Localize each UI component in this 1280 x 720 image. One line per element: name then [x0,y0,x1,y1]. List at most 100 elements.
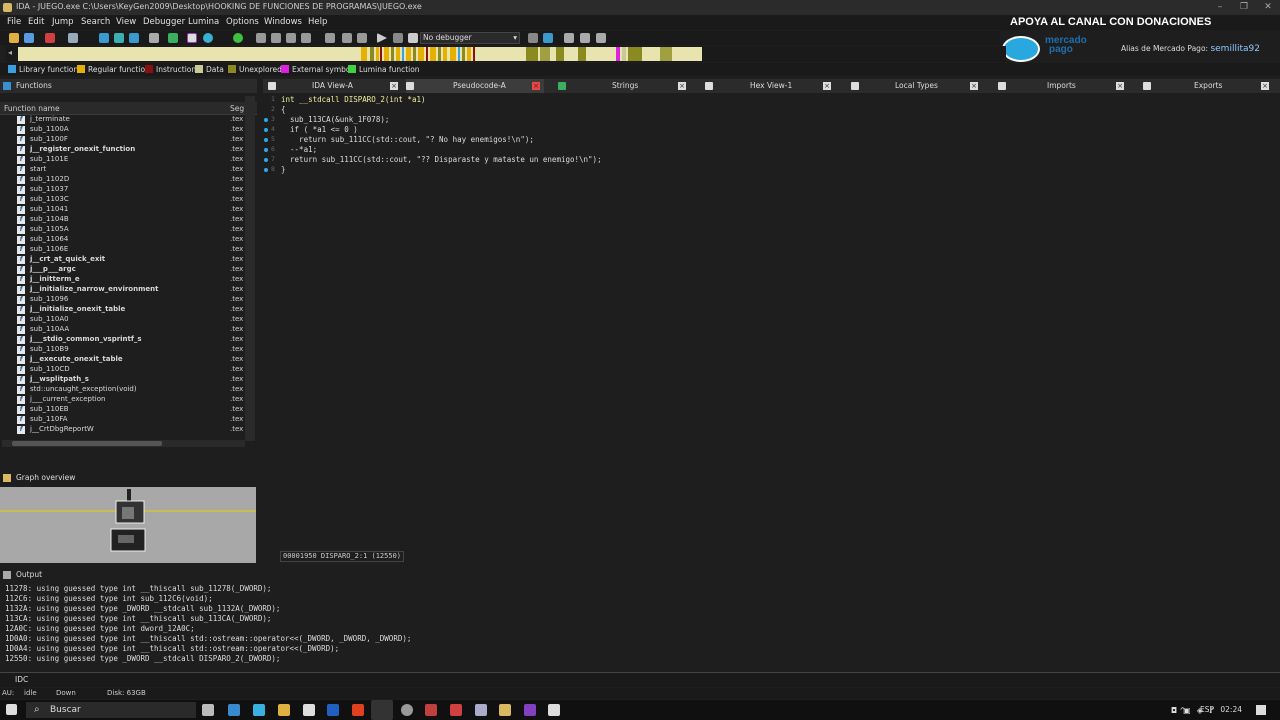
tool-icon-6[interactable] [203,33,213,43]
close-tab-icon[interactable]: × [532,82,540,90]
function-row[interactable]: f sub_1100A .tex [0,125,245,135]
app-icon-7[interactable] [548,704,560,716]
function-row[interactable]: f j__initialize_onexit_table .tex [0,305,245,315]
debugger-select[interactable]: No debugger ▾ [420,32,520,44]
breakpoint-dot-icon[interactable] [264,138,268,142]
function-row[interactable]: f j__execute_onexit_table .tex [0,355,245,365]
tool-icon-15[interactable] [528,33,538,43]
breakpoint-dot-icon[interactable] [264,128,268,132]
menu-search[interactable]: Search [81,17,110,27]
function-row[interactable]: f sub_110B9 .tex [0,345,245,355]
window-titlebar[interactable]: IDA - JUEGO.exe C:\Users\KeyGen2009\Desk… [0,0,1280,15]
nav-left-arrow-icon[interactable]: ◂ [8,48,12,57]
column-segment[interactable]: Seg [230,104,244,113]
function-row[interactable]: f j__initialize_narrow_environment .tex [0,285,245,295]
function-row[interactable]: f j__initterm_e .tex [0,275,245,285]
task-view-icon[interactable] [202,704,214,716]
tool-icon-5[interactable] [168,33,178,43]
taskbar-search[interactable]: ⌕ Buscar [26,702,196,718]
idc-button[interactable]: IDC [15,675,28,684]
menu-help[interactable]: Help [308,17,327,27]
function-row[interactable]: f sub_1100F .tex [0,135,245,145]
menu-lumina[interactable]: Lumina [188,17,219,27]
app-icon-3[interactable] [401,704,413,716]
function-row[interactable]: f sub_11064 .tex [0,235,245,245]
close-tab-icon[interactable]: × [823,82,831,90]
tool-icon-1[interactable] [99,33,109,43]
file-explorer-icon[interactable] [278,704,290,716]
function-row[interactable]: f sub_1106E .tex [0,245,245,255]
tab-ida-view-a[interactable]: IDA View-A × [268,79,398,93]
tool-icon-13[interactable] [342,33,352,43]
function-row[interactable]: f sub_11037 .tex [0,185,245,195]
menu-edit[interactable]: Edit [28,17,44,27]
output-log[interactable]: 11278: using guessed type int __thiscall… [5,584,411,664]
function-row[interactable]: f j___current_exception .tex [0,395,245,405]
function-row[interactable]: f j___stdio_common_vsprintf_s .tex [0,335,245,345]
function-row[interactable]: f sub_110FA .tex [0,415,245,425]
output-header[interactable]: Output [0,568,1280,582]
menu-view[interactable]: View [116,17,136,27]
tray-clock[interactable]: 02:24 [1220,705,1242,714]
app-icon-1[interactable] [228,704,240,716]
command-bar[interactable]: IDC [0,672,1280,687]
function-row[interactable]: f j__register_onexit_function .tex [0,145,245,155]
menu-jump[interactable]: Jump [52,17,74,27]
close-window-button[interactable]: ✕ [1256,0,1280,15]
function-row[interactable]: f j__crt_at_quick_exit .tex [0,255,245,265]
tab-imports[interactable]: Imports × [998,79,1128,93]
function-row[interactable]: f sub_11096 .tex [0,295,245,305]
close-tab-icon[interactable]: × [390,82,398,90]
function-row[interactable]: f std::uncaught_exception(void) .tex [0,385,245,395]
breakpoint-dot-icon[interactable] [264,158,268,162]
tool-icon-9[interactable] [271,33,281,43]
function-row[interactable]: f sub_1101E .tex [0,155,245,165]
close-tab-icon[interactable]: × [1116,82,1124,90]
tool-icon-14[interactable] [357,33,367,43]
app-icon-5[interactable] [450,704,462,716]
close-tab-icon[interactable]: × [1261,82,1269,90]
ida-taskbar-icon[interactable] [499,704,511,716]
function-row[interactable]: f sub_110CD .tex [0,365,245,375]
minimize-button[interactable]: – [1208,0,1232,15]
function-row[interactable]: f sub_110EB .tex [0,405,245,415]
function-row[interactable]: f sub_11041 .tex [0,205,245,215]
start-button-icon[interactable] [6,704,17,715]
functions-horizontal-scrollbar[interactable] [2,440,245,447]
brave-icon[interactable] [352,704,364,716]
close-tab-icon[interactable]: × [970,82,978,90]
function-row[interactable]: f sub_1105A .tex [0,225,245,235]
app-icon-6[interactable] [475,704,487,716]
pseudocode-view[interactable]: 1 int __stdcall DISPARO_2(int *a1) 2 {3 sub… [263,93,1280,551]
close-tab-icon[interactable]: × [678,82,686,90]
tool-icon-17[interactable] [564,33,574,43]
visual-studio-icon[interactable] [524,704,536,716]
function-row[interactable]: f sub_1102D .tex [0,175,245,185]
tool-icon-11[interactable] [301,33,311,43]
open-icon[interactable] [9,33,19,43]
breakpoint-dot-icon[interactable] [264,148,268,152]
breakpoint-dot-icon[interactable] [264,118,268,122]
function-row[interactable]: f sub_110AA .tex [0,325,245,335]
tool-icon-3[interactable] [129,33,139,43]
tool-icon-19[interactable] [596,33,606,43]
tool-icon-12[interactable] [325,33,335,43]
tool-icon-8[interactable] [256,33,266,43]
tool-icon-7[interactable] [233,33,243,43]
app-icon-4[interactable] [425,704,437,716]
chrome-icon[interactable] [371,700,393,720]
function-row[interactable]: f j___p___argc .tex [0,265,245,275]
function-row[interactable]: f sub_110A0 .tex [0,315,245,325]
save-icon[interactable] [24,33,34,43]
store-icon[interactable] [303,704,315,716]
tool-icon-10[interactable] [286,33,296,43]
tool-icon-18[interactable] [580,33,590,43]
column-function-name[interactable]: Function name [4,104,60,113]
functions-vertical-scrollbar[interactable] [245,96,255,441]
tray-language[interactable]: ESP [1200,705,1214,714]
tab-local-types[interactable]: Local Types × [851,79,981,93]
pause-icon[interactable] [393,33,403,43]
menu-debugger[interactable]: Debugger [143,17,185,27]
function-row[interactable]: f j__wsplitpath_s .tex [0,375,245,385]
functions-panel-header[interactable]: Functions [0,79,257,93]
